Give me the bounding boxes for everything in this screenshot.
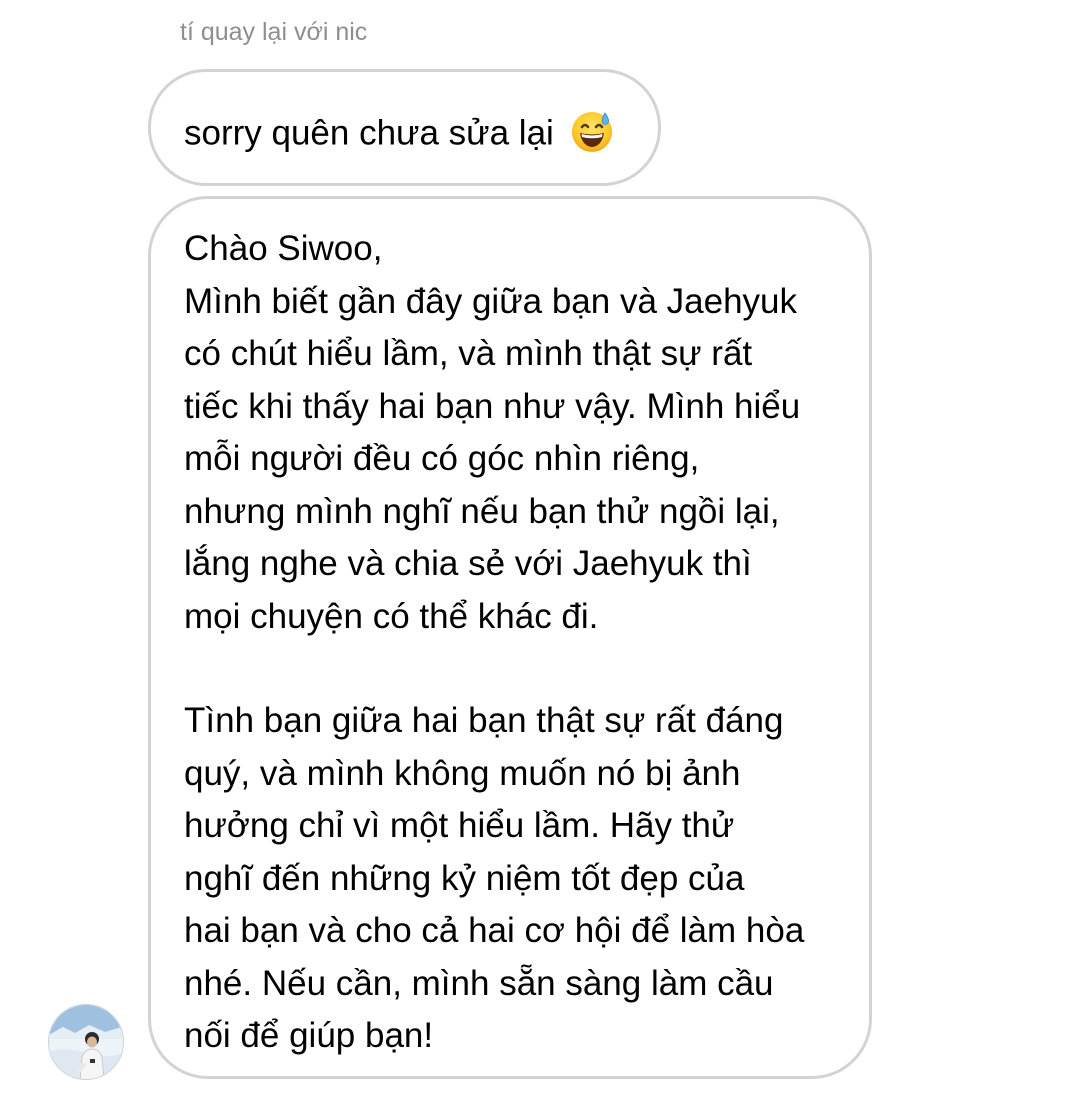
- message-paragraph: Tình bạn giữa hai bạn thật sự rất đáng q…: [184, 701, 805, 1055]
- sender-name-label: tí quay lại với nic: [180, 18, 368, 46]
- grinning-face-with-sweat-icon: [570, 109, 614, 153]
- message-text: sorry quên chưa sửa lại: [184, 113, 554, 153]
- avatar[interactable]: [48, 1004, 124, 1080]
- message-bubble-short[interactable]: sorry quên chưa sửa lại: [148, 69, 661, 186]
- message-bubble-long[interactable]: Chào Siwoo, Mình biết gần đây giữa bạn v…: [148, 196, 872, 1079]
- message-paragraph: Chào Siwoo, Mình biết gần đây giữa bạn v…: [184, 229, 801, 636]
